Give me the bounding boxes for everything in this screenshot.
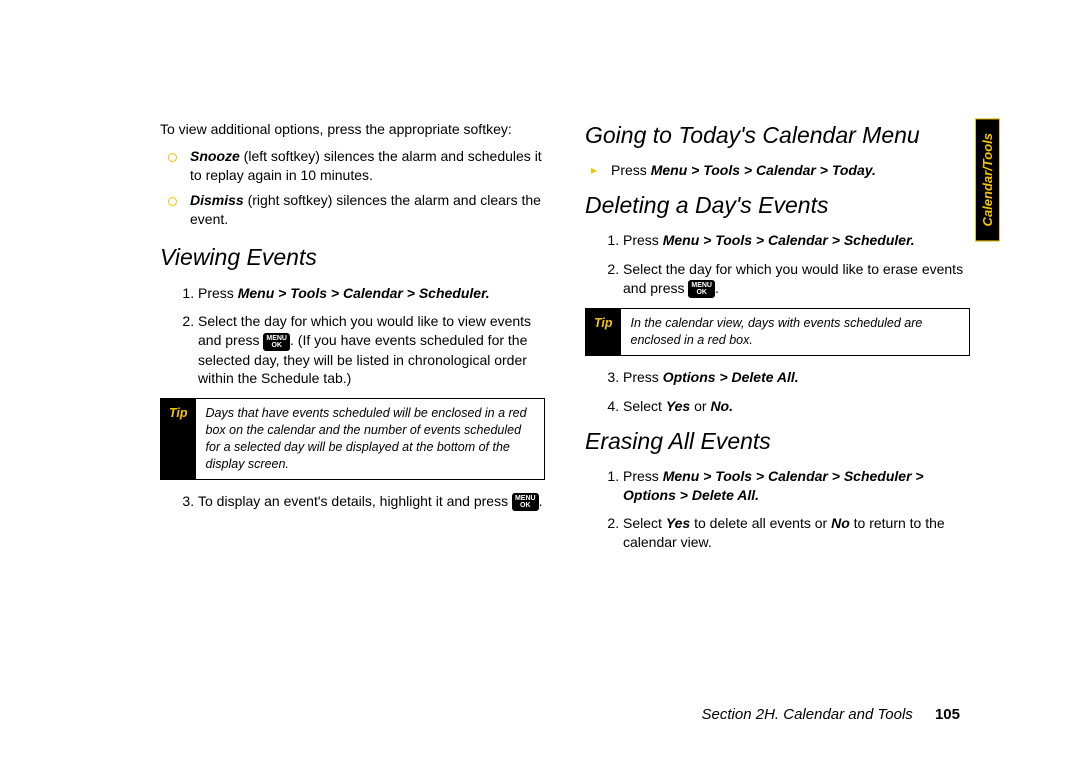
bullet-bold: Dismiss bbox=[190, 192, 244, 208]
yes: Yes bbox=[666, 515, 690, 531]
text: to delete all events or bbox=[690, 515, 831, 531]
menu-path: Menu > Tools > Calendar > Scheduler > Op… bbox=[623, 468, 924, 503]
heading-deleting-day: Deleting a Day's Events bbox=[585, 190, 970, 221]
today-bullet: Press Menu > Tools > Calendar > Today. bbox=[585, 161, 970, 180]
viewing-steps: Press Menu > Tools > Calendar > Schedule… bbox=[160, 284, 545, 389]
bullet-snooze: Snooze (left softkey) silences the alarm… bbox=[180, 147, 545, 185]
step-1: Press Menu > Tools > Calendar > Schedule… bbox=[623, 231, 970, 250]
page-content: To view additional options, press the ap… bbox=[0, 0, 1080, 602]
text: or bbox=[690, 398, 710, 414]
text: Press bbox=[623, 232, 663, 248]
tip-label: Tip bbox=[161, 399, 196, 479]
tip-text: In the calendar view, days with events s… bbox=[621, 309, 969, 355]
text: Select the day for which you would like … bbox=[623, 261, 963, 296]
menu-ok-icon: MENUOK bbox=[688, 280, 715, 298]
page-number: 105 bbox=[935, 706, 960, 723]
step-2: Select Yes to delete all events or No to… bbox=[623, 514, 970, 552]
heading-today-menu: Going to Today's Calendar Menu bbox=[585, 120, 970, 151]
today-item: Press Menu > Tools > Calendar > Today. bbox=[605, 161, 970, 180]
step-1: Press Menu > Tools > Calendar > Schedule… bbox=[198, 284, 545, 303]
side-tab: Calendar/Tools bbox=[975, 118, 1000, 241]
menu-path: Menu > Tools > Calendar > Scheduler. bbox=[663, 232, 915, 248]
footer-section: Section 2H. Calendar and Tools bbox=[702, 706, 913, 723]
page-footer: Section 2H. Calendar and Tools 105 bbox=[702, 706, 960, 723]
delete-steps-cont: Press Options > Delete All. Select Yes o… bbox=[585, 368, 970, 416]
text: Select bbox=[623, 398, 666, 414]
menu-path: Menu > Tools > Calendar > Today. bbox=[651, 162, 876, 178]
bullet-bold: Snooze bbox=[190, 148, 240, 164]
left-column: To view additional options, press the ap… bbox=[160, 120, 545, 562]
tip-label: Tip bbox=[586, 309, 621, 355]
menu-path: Menu > Tools > Calendar > Scheduler. bbox=[238, 285, 490, 301]
yes: Yes bbox=[666, 398, 690, 414]
text: Select bbox=[623, 515, 666, 531]
no: No. bbox=[710, 398, 733, 414]
step-text: To display an event's details, highlight… bbox=[198, 493, 512, 509]
text: Press bbox=[623, 468, 663, 484]
delete-steps: Press Menu > Tools > Calendar > Schedule… bbox=[585, 231, 970, 298]
step-1: Press Menu > Tools > Calendar > Schedule… bbox=[623, 467, 970, 505]
step-text: Press bbox=[198, 285, 238, 301]
tip-text: Days that have events scheduled will be … bbox=[196, 399, 544, 479]
erase-steps: Press Menu > Tools > Calendar > Schedule… bbox=[585, 467, 970, 553]
text-cont: . bbox=[715, 280, 719, 296]
step-text-cont: . bbox=[539, 493, 543, 509]
heading-viewing-events: Viewing Events bbox=[160, 242, 545, 273]
menu-path: Options > Delete All. bbox=[663, 369, 799, 385]
right-column: Going to Today's Calendar Menu Press Men… bbox=[585, 120, 970, 562]
bullet-rest: (left softkey) silences the alarm and sc… bbox=[190, 148, 542, 183]
viewing-steps-cont: To display an event's details, highlight… bbox=[160, 492, 545, 511]
menu-ok-icon: MENUOK bbox=[512, 493, 539, 511]
softkey-bullets: Snooze (left softkey) silences the alarm… bbox=[160, 147, 545, 229]
no: No bbox=[831, 515, 850, 531]
text: Press bbox=[611, 162, 651, 178]
step-3: To display an event's details, highlight… bbox=[198, 492, 545, 511]
menu-ok-icon: MENUOK bbox=[263, 333, 290, 351]
intro-text: To view additional options, press the ap… bbox=[160, 120, 545, 139]
tip-box: Tip In the calendar view, days with even… bbox=[585, 308, 970, 356]
bullet-dismiss: Dismiss (right softkey) silences the ala… bbox=[180, 191, 545, 229]
step-3: Press Options > Delete All. bbox=[623, 368, 970, 387]
text: Press bbox=[623, 369, 663, 385]
step-2: Select the day for which you would like … bbox=[623, 260, 970, 298]
step-2: Select the day for which you would like … bbox=[198, 312, 545, 388]
tip-box: Tip Days that have events scheduled will… bbox=[160, 398, 545, 480]
heading-erasing-all: Erasing All Events bbox=[585, 426, 970, 457]
step-4: Select Yes or No. bbox=[623, 397, 970, 416]
